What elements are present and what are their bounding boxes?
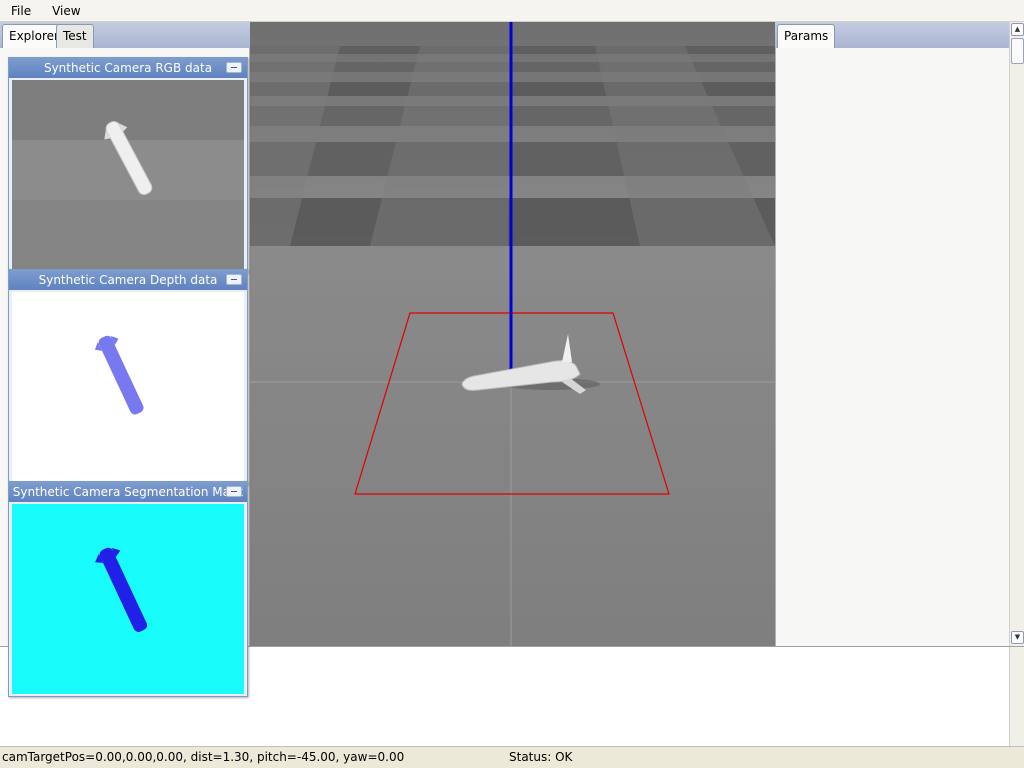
camera-status-text: camTargetPos=0.00,0.00,0.00, dist=1.30, … [2,750,405,764]
menu-bar: File View [0,0,1024,22]
scroll-down-icon[interactable]: ▼ [1011,631,1024,644]
segmentation-camera-window[interactable]: Synthetic Camera Segmentation Mask [8,481,248,697]
scene-render [250,22,775,646]
rgb-camera-title[interactable]: Synthetic Camera RGB data [9,58,247,78]
rgb-camera-title-text: Synthetic Camera RGB data [43,61,213,75]
3d-viewport[interactable] [250,22,775,646]
segmentation-camera-title[interactable]: Synthetic Camera Segmentation Mask [9,482,247,502]
segmentation-camera-title-text: Synthetic Camera Segmentation Mask [12,485,244,499]
status-bar: camTargetPos=0.00,0.00,0.00, dist=1.30, … [0,746,1024,768]
minimize-icon[interactable] [226,62,242,73]
depth-camera-window[interactable]: Synthetic Camera Depth data [8,269,248,485]
minimize-icon[interactable] [226,486,242,497]
tab-test[interactable]: Test [56,24,94,48]
menu-view[interactable]: View [41,1,90,21]
rgb-image [12,80,244,270]
scroll-up-icon[interactable]: ▲ [1011,23,1024,36]
status-text: Status: OK [509,750,573,764]
params-scrollbar[interactable]: ▲ ▼ [1009,22,1024,646]
segmentation-image [12,504,244,694]
depth-camera-title-text: Synthetic Camera Depth data [38,273,218,287]
minimize-icon[interactable] [226,274,242,285]
params-panel [775,48,1009,646]
console-scrollbar[interactable] [1009,647,1024,747]
scroll-thumb[interactable] [1011,38,1024,64]
depth-camera-title[interactable]: Synthetic Camera Depth data [9,270,247,290]
tab-params[interactable]: Params [777,24,836,49]
right-tab-bar: Params [775,22,1009,49]
menu-file[interactable]: File [0,1,41,21]
left-tab-bar: Explorer Test [0,22,250,49]
depth-image [12,292,244,482]
rgb-camera-window[interactable]: Synthetic Camera RGB data [8,57,248,273]
